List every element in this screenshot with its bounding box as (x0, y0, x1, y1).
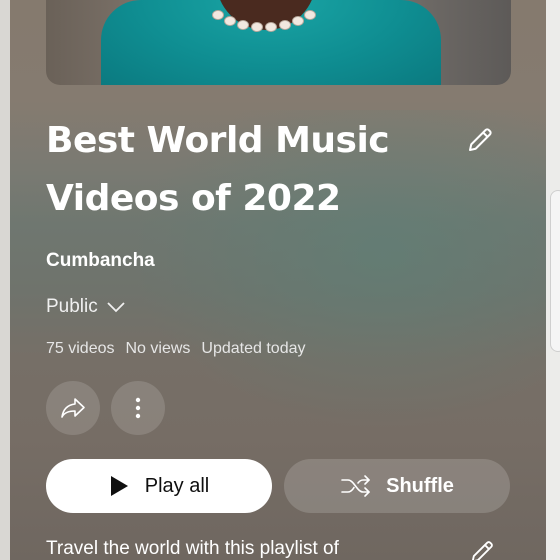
more-options-button[interactable] (111, 381, 165, 435)
more-vertical-icon (135, 397, 141, 419)
edit-title-button[interactable] (462, 122, 498, 158)
thumbnail-necklace (206, 8, 326, 34)
playlist-description[interactable]: Travel the world with this playlist of (46, 538, 339, 560)
view-count: No views (125, 340, 191, 357)
edit-description-button[interactable] (466, 536, 498, 560)
channel-name[interactable]: Cumbancha (46, 250, 155, 272)
play-icon (110, 476, 128, 496)
video-count: 75 videos (46, 340, 115, 357)
shuffle-button[interactable]: Shuffle (284, 459, 510, 513)
playlist-header-panel: Best World Music Videos of 2022 Cumbanch… (10, 0, 546, 560)
chevron-down-icon (107, 302, 125, 313)
pencil-icon (472, 541, 493, 560)
visibility-selector[interactable]: Public (46, 296, 126, 318)
play-all-label: Play all (144, 474, 210, 497)
playlist-title-line-1: Best World Music (46, 120, 390, 161)
shuffle-icon (341, 475, 370, 497)
visibility-label: Public (46, 296, 98, 317)
adjacent-card-edge (550, 190, 560, 352)
share-icon (61, 398, 85, 418)
play-all-button[interactable]: Play all (46, 459, 272, 513)
playlist-thumbnail[interactable] (46, 0, 511, 85)
pencil-icon (469, 128, 492, 151)
background-strip (544, 0, 560, 560)
playlist-title-line-2: Videos of 2022 (46, 178, 341, 219)
playlist-stats: 75 videos No views Updated today (46, 340, 305, 358)
shuffle-label: Shuffle (386, 474, 454, 497)
share-button[interactable] (46, 381, 100, 435)
updated-status: Updated today (201, 340, 306, 357)
playlist-title: Best World Music Videos of 2022 (46, 112, 426, 228)
